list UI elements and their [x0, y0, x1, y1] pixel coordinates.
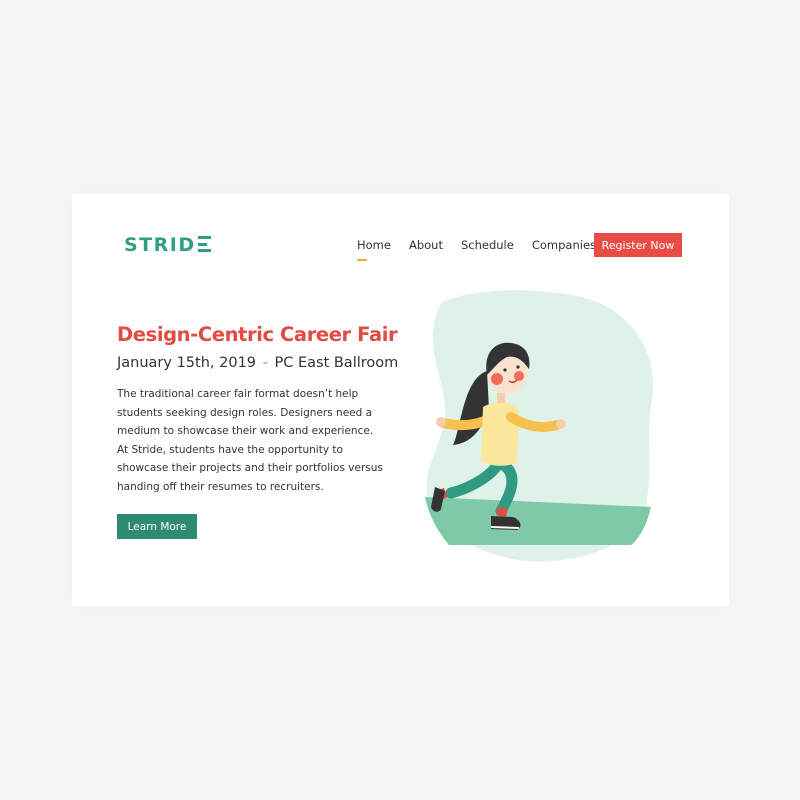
left-cheek: [491, 373, 503, 385]
nav-item-companies[interactable]: Companies: [532, 237, 596, 253]
landing-card: STRID Home About Schedule Companies Regi…: [72, 194, 729, 606]
torso: [481, 401, 519, 466]
main-nav: Home About Schedule Companies: [357, 237, 614, 261]
logo[interactable]: STRID: [124, 234, 211, 256]
nav-item-home[interactable]: Home: [357, 237, 391, 261]
hero-headline: Design-Centric Career Fair: [117, 323, 398, 346]
event-subheading: January 15th, 2019 - PC East Ballroom: [117, 355, 398, 371]
event-location: PC East Ballroom: [274, 355, 399, 371]
nav-item-schedule[interactable]: Schedule: [461, 237, 514, 253]
hero-description: The traditional career fair format doesn…: [117, 388, 383, 493]
subheading-separator: -: [262, 355, 268, 371]
nav-item-about[interactable]: About: [409, 237, 443, 253]
walking-girl-illustration: [425, 290, 654, 562]
event-date: January 15th, 2019: [117, 355, 257, 371]
register-now-button[interactable]: Register Now: [594, 233, 682, 257]
right-cheek: [514, 371, 524, 381]
learn-more-button[interactable]: Learn More: [117, 514, 197, 539]
logo-text: STRID: [124, 234, 196, 256]
logo-e-mark-icon: [197, 236, 211, 252]
